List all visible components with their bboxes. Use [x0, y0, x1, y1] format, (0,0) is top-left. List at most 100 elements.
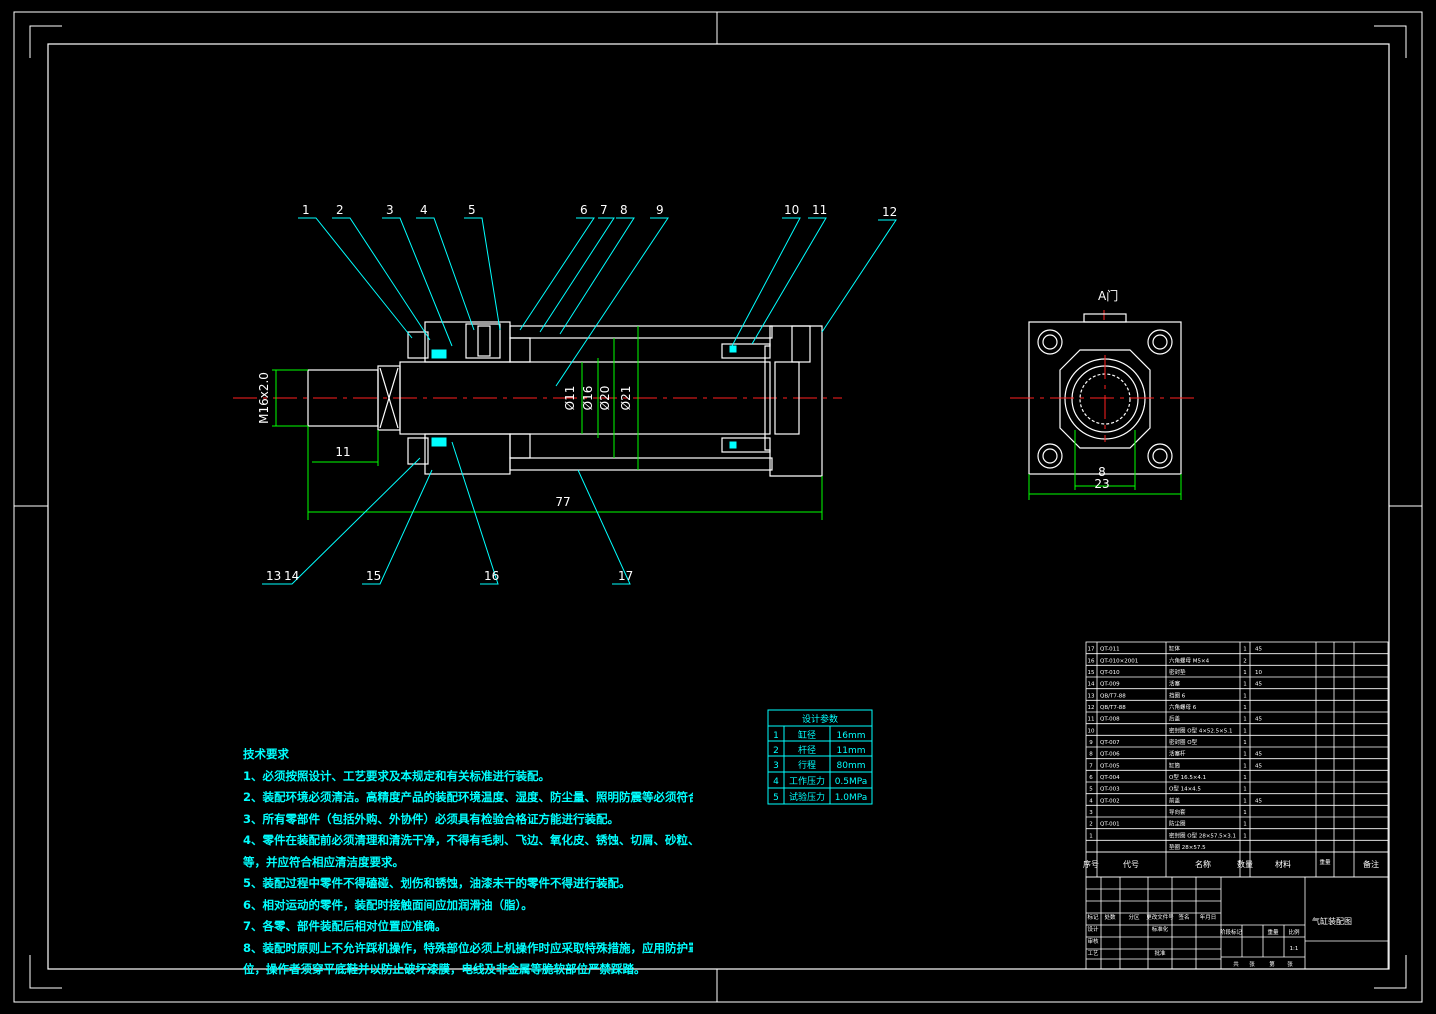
- bom-cell-name: 活塞杆: [1169, 750, 1186, 758]
- part-label-7: 7: [600, 203, 608, 217]
- part-label-13: 13: [266, 569, 281, 583]
- bom-cell-name: O型 16.5×4.1: [1169, 773, 1206, 781]
- tb-label-zone: 分区: [1128, 913, 1140, 921]
- part-label-5: 5: [468, 203, 476, 217]
- cylinder-tube-lower: [509, 457, 773, 471]
- bom-cell-name: 六角螺母 M5×4: [1169, 656, 1210, 664]
- tb-label-process: 工艺: [1087, 950, 1099, 957]
- tb-label-sign: 签名: [1178, 913, 1189, 921]
- tb-label-design: 设计: [1087, 925, 1099, 933]
- dim-thread: M16x2.0: [257, 372, 271, 424]
- bom-cell-name: 导向套: [1169, 808, 1186, 816]
- bom-cell-name: O型 14×4.5: [1169, 785, 1201, 793]
- tech-item: 1、必须按照设计、工艺要求及本规定和有关标准进行装配。: [243, 768, 550, 783]
- bom-cell-qty: 1: [1243, 740, 1247, 746]
- tech-item: 6、相对运动的零件，装配时接触面间应加润滑油（脂）。: [243, 897, 533, 912]
- bom-cell-no: 10: [1088, 728, 1095, 734]
- bom-cell-code: QT-010: [1100, 670, 1120, 676]
- bom-cell-name: 挡圈 6: [1169, 691, 1186, 699]
- bom-header-remark: 备注: [1363, 859, 1379, 869]
- bom-cell-qty: 1: [1243, 833, 1247, 839]
- part-label-2: 2: [336, 203, 344, 217]
- bom-cell-qty: 1: [1243, 670, 1247, 676]
- bom-cell-code: QT-003: [1100, 787, 1120, 793]
- tb-label-no: 第: [1269, 960, 1275, 968]
- bom-cell-qty: 1: [1243, 822, 1247, 828]
- tb-label-date: 年月日: [1200, 913, 1217, 921]
- tb-label-change: 更改文件号: [1146, 913, 1174, 921]
- bom-cell-qty: 1: [1243, 717, 1247, 723]
- bom-cell-no: 4: [1089, 798, 1093, 804]
- dim-d1: Ø11: [563, 386, 577, 411]
- tb-label-approve: 批准: [1154, 949, 1166, 957]
- bom-cell-no: 14: [1088, 682, 1095, 688]
- bom-cell-code: QT-002: [1100, 798, 1120, 804]
- bom-cell-code: QT-008: [1100, 717, 1120, 723]
- drawing-title: 气缸装配图: [1312, 916, 1352, 926]
- bom-cell-qty: 1: [1243, 775, 1247, 781]
- bom-header-code: 代号: [1123, 859, 1139, 869]
- cylinder-tube-upper: [509, 325, 773, 339]
- tb-label-total: 共: [1233, 960, 1239, 968]
- tb-label-count: 处数: [1104, 913, 1116, 921]
- bom-cell-no: 15: [1088, 670, 1095, 676]
- tb-label-sheet: 张: [1249, 960, 1255, 968]
- part-label-16: 16: [484, 569, 499, 583]
- bom-cell-code: QT-011: [1100, 647, 1120, 653]
- dim-d4: Ø21: [619, 386, 633, 411]
- part-label-11: 11: [812, 203, 827, 217]
- param-value: 16mm: [837, 731, 866, 741]
- param-name: 缸径: [798, 729, 816, 741]
- part-label-12: 12: [882, 205, 897, 219]
- bom-cell-name: 六角螺母 6: [1169, 703, 1197, 711]
- bom-cell-no: 5: [1089, 787, 1093, 793]
- part-label-4: 4: [420, 203, 428, 217]
- bom-cell-code: QT-004: [1100, 775, 1120, 781]
- bom-cell-no: 9: [1089, 740, 1093, 746]
- bom-header-mat: 材料: [1275, 859, 1291, 869]
- bom-cell-qty: 1: [1243, 728, 1247, 734]
- tech-item: 7、各零、部件装配后相对位置应准确。: [243, 919, 447, 933]
- bom-cell-mat: 45: [1255, 647, 1262, 653]
- bom-header-no: 序号: [1083, 859, 1099, 869]
- param-value: 0.5MPa: [835, 777, 868, 787]
- part-label-3: 3: [386, 203, 394, 217]
- tech-item: 2、装配环境必须清洁。高精度产品的装配环境温度、湿度、防尘量、照明防震等必须符合…: [243, 790, 693, 804]
- bom-cell-qty: 1: [1243, 787, 1247, 793]
- param-value: 11mm: [837, 746, 866, 756]
- bom-cell-no: 11: [1088, 717, 1095, 723]
- bom-cell-name: 密封圈 O型 28×57.5×3.1: [1169, 831, 1236, 839]
- tech-title: 技术要求: [243, 747, 289, 761]
- bom-cell-no: 13: [1088, 693, 1095, 699]
- param-name: 杆径: [798, 744, 816, 756]
- bom-cell-no: 16: [1088, 658, 1095, 664]
- bom-cell-qty: 1: [1243, 705, 1247, 711]
- tb-label-standard: 标准化: [1152, 925, 1169, 933]
- bom-cell-qty: 1: [1243, 798, 1247, 804]
- bom-cell-qty: 2: [1243, 658, 1247, 664]
- assembly-drawing: M16x2.0 11 77 Ø11 Ø16 Ø20 Ø21 1 2 3 4 5 …: [13, 11, 1423, 1003]
- part-label-8: 8: [620, 203, 628, 217]
- technical-requirements: 技术要求 1、必须按照设计、工艺要求及本规定和有关标准进行装配。 2、装配环境必…: [243, 744, 693, 981]
- param-no: 4: [773, 777, 779, 787]
- param-no: 1: [773, 731, 779, 741]
- bom-cell-no: 17: [1088, 647, 1095, 653]
- bom-cell-no: 6: [1089, 775, 1093, 781]
- bom-cell-qty: 1: [1243, 763, 1247, 769]
- param-name: 试验压力: [789, 791, 825, 803]
- tb-label-scale: 比例: [1288, 928, 1300, 936]
- bom-header-name: 名称: [1195, 859, 1211, 869]
- bom-cell-qty: 1: [1243, 647, 1247, 653]
- title-block: 气缸装配图 标记 处数 分区 更改文件号 签名 年月日 设计 标准化 审核 工艺…: [1085, 876, 1389, 970]
- tb-label-sheet2: 张: [1287, 960, 1293, 968]
- param-value: 1.0MPa: [835, 793, 868, 803]
- view-label: A门: [1098, 288, 1118, 303]
- tech-item: 5、装配过程中零件不得磕碰、划伤和锈蚀，油漆未干的零件不得进行装配。: [243, 876, 631, 890]
- tech-item: 等，并应符合相应清洁度要求。: [243, 854, 404, 869]
- bom-cell-code: QT-009: [1100, 682, 1120, 688]
- bom-cell-qty: 1: [1243, 810, 1247, 816]
- bom-cell-name: 密封圈 O型 4×52.5×5.1: [1169, 726, 1233, 734]
- tb-label-mark: 标记: [1087, 913, 1099, 921]
- bom-cell-code: QT-006: [1100, 752, 1120, 758]
- bom-table: 17 QT-011 缸体 1 4516 QT-010×2001 六角螺母 M5×4 215 QT…: [1083, 641, 1389, 878]
